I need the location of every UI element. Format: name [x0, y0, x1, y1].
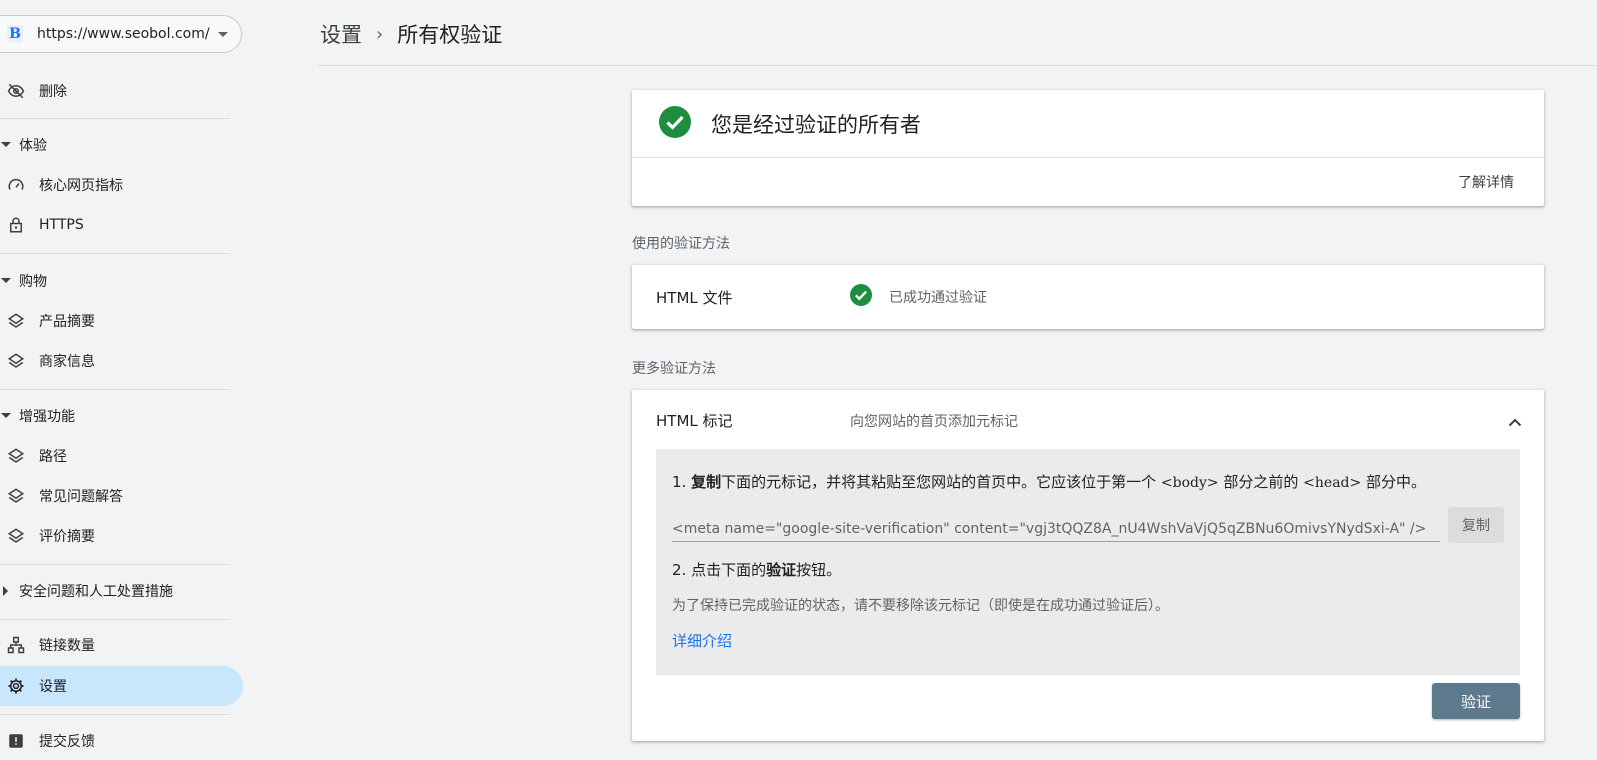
expand-more-icon — [0, 413, 12, 419]
section-title: 体验 — [19, 138, 47, 154]
expand-more-icon — [0, 142, 12, 148]
sitemap-icon — [6, 635, 26, 655]
used-methods-label: 使用的验证方法 — [632, 236, 730, 252]
expand-right-icon — [0, 586, 12, 596]
property-selector[interactable]: B https://www.seobol.com/ — [0, 15, 242, 53]
dropdown-caret-icon — [217, 31, 228, 37]
layers-icon — [6, 446, 26, 466]
section-title: 增强功能 — [19, 409, 75, 425]
chevron-up-icon[interactable] — [1508, 412, 1522, 431]
divider — [0, 619, 230, 620]
verify-button[interactable]: 验证 — [1432, 683, 1520, 719]
learn-more-link[interactable]: 详细介绍 — [672, 630, 732, 651]
feedback-icon — [6, 731, 26, 751]
sidebar-item-core-web-vitals[interactable]: 核心网页指标 — [0, 166, 243, 204]
step-2-instruction: 2. 点击下面的验证按钮。 — [672, 561, 842, 579]
layers-icon — [6, 351, 26, 371]
breadcrumb: 设置 › 所有权验证 — [320, 14, 502, 54]
copy-button[interactable]: 复制 — [1448, 507, 1504, 543]
section-enhancements[interactable]: 增强功能 — [0, 401, 75, 431]
more-methods-label: 更多验证方法 — [632, 361, 716, 377]
method-description: 向您网站的首页添加元标记 — [850, 414, 1018, 430]
gear-icon — [6, 676, 26, 696]
sidebar-item-label: HTTPS — [39, 217, 84, 233]
sidebar-item-feedback[interactable]: 提交反馈 — [0, 722, 243, 760]
sidebar-item-label: 删除 — [39, 84, 67, 100]
method-name: HTML 标记 — [656, 412, 733, 430]
sidebar-item-label: 核心网页指标 — [39, 178, 123, 194]
layers-icon — [6, 311, 26, 331]
divider — [0, 253, 230, 254]
divider — [0, 564, 230, 565]
instructions-panel: 1. 复制下面的元标记，并将其粘贴至您网站的首页中。它应该位于第一个 <body… — [656, 449, 1520, 675]
sidebar-item-links[interactable]: 链接数量 — [0, 626, 243, 664]
sidebar: B https://www.seobol.com/ 删除 体验 核心网页指标 H… — [0, 0, 245, 750]
html-tag-method-card: HTML 标记 向您网站的首页添加元标记 1. 复制下面的元标记，并将其粘贴至您… — [632, 390, 1544, 741]
section-security[interactable]: 安全问题和人工处置措施 — [0, 576, 173, 606]
chevron-right-icon: › — [376, 23, 384, 45]
check-circle-icon — [659, 105, 691, 142]
expand-more-icon — [0, 278, 12, 284]
sidebar-item-faq[interactable]: 常见问题解答 — [0, 477, 243, 515]
property-url: https://www.seobol.com/ — [37, 26, 210, 42]
keep-tag-note: 为了保持已完成验证的状态，请不要移除该元标记（即使是在成功通过验证后）。 — [672, 598, 1169, 614]
sidebar-item-breadcrumbs[interactable]: 路径 — [0, 437, 243, 475]
header-divider — [318, 65, 1597, 66]
check-circle-icon — [850, 284, 872, 310]
sidebar-item-label: 路径 — [39, 449, 67, 465]
sidebar-item-product-snippets[interactable]: 产品摘要 — [0, 302, 243, 340]
step-1-instruction: 1. 复制下面的元标记，并将其粘贴至您网站的首页中。它应该位于第一个 <body… — [672, 473, 1427, 491]
divider — [0, 389, 230, 390]
lock-icon — [6, 215, 26, 235]
visibility-off-icon — [6, 81, 26, 101]
layers-icon — [6, 486, 26, 506]
sidebar-item-https[interactable]: HTTPS — [0, 206, 243, 244]
layers-icon — [6, 526, 26, 546]
method-name: HTML 文件 — [656, 288, 733, 307]
divider — [0, 714, 230, 715]
breadcrumb-parent[interactable]: 设置 — [320, 19, 362, 49]
sidebar-item-label: 设置 — [39, 679, 67, 695]
learn-more-link[interactable]: 了解详情 — [1458, 172, 1514, 192]
sidebar-item-review-snippets[interactable]: 评价摘要 — [0, 517, 243, 555]
verified-owner-title: 您是经过验证的所有者 — [711, 112, 921, 137]
section-title: 安全问题和人工处置措施 — [19, 584, 173, 600]
site-favicon-icon: B — [7, 25, 23, 43]
method-status-text: 已成功通过验证 — [889, 290, 987, 306]
sidebar-item-label: 常见问题解答 — [39, 489, 123, 505]
section-title: 购物 — [19, 274, 47, 290]
sidebar-item-label: 评价摘要 — [39, 529, 95, 545]
used-method-card: HTML 文件 已成功通过验证 — [632, 265, 1544, 329]
sidebar-item-settings[interactable]: 设置 — [0, 666, 243, 706]
sidebar-item-remove[interactable]: 删除 — [0, 72, 243, 110]
sidebar-item-label: 商家信息 — [39, 354, 95, 370]
sidebar-item-label: 提交反馈 — [39, 734, 95, 750]
section-experience[interactable]: 体验 — [0, 130, 47, 160]
meta-tag-field[interactable]: <meta name="google-site-verification" co… — [672, 517, 1440, 542]
section-shopping[interactable]: 购物 — [0, 266, 47, 296]
sidebar-item-label: 产品摘要 — [39, 314, 95, 330]
method-status: 已成功通过验证 — [850, 284, 987, 310]
sidebar-item-merchant-listings[interactable]: 商家信息 — [0, 342, 243, 380]
page-title: 所有权验证 — [397, 23, 503, 47]
sidebar-item-label: 链接数量 — [39, 638, 95, 654]
speed-gauge-icon — [6, 175, 26, 195]
divider — [0, 118, 230, 119]
html-tag-method-header[interactable]: HTML 标记 向您网站的首页添加元标记 — [632, 390, 1544, 448]
verified-owner-card: 您是经过验证的所有者 了解详情 — [632, 90, 1544, 206]
